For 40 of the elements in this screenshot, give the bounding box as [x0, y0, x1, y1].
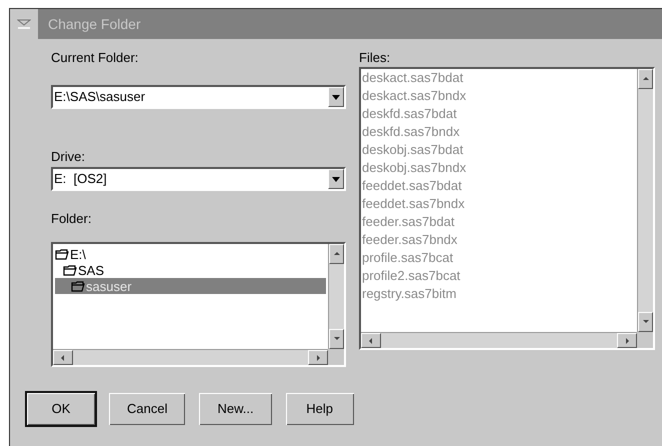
scroll-right-button[interactable]	[308, 350, 328, 365]
dropdown-value: E: [OS2]	[53, 170, 108, 188]
field-label: Files:	[359, 49, 392, 66]
scroll-up-button[interactable]	[638, 69, 653, 89]
right-arrow-icon	[314, 354, 322, 362]
tree-item[interactable]: SAS	[55, 262, 326, 278]
window-menu-icon[interactable]	[17, 19, 31, 29]
down-arrow-icon	[332, 335, 340, 343]
folder-icon	[71, 280, 85, 292]
dropdown-button[interactable]	[328, 87, 344, 107]
window-title: Change Folder	[48, 14, 141, 34]
dropdown-field[interactable]: E:\SAS\sasuser	[51, 85, 346, 109]
scroll-down-button[interactable]	[638, 312, 653, 332]
field-label: Current Folder:	[51, 49, 140, 67]
field-label: Drive:	[51, 148, 86, 165]
up-arrow-icon	[642, 75, 650, 83]
dropdown-button[interactable]	[328, 169, 344, 189]
dialog-button[interactable]: New...	[197, 391, 274, 427]
left-arrow-icon	[367, 336, 375, 344]
dialog-button[interactable]: Cancel	[107, 391, 188, 427]
left-arrow-icon	[59, 354, 67, 362]
up-arrow-icon	[332, 250, 340, 258]
scroll-up-button[interactable]	[329, 244, 344, 264]
caret-icon	[332, 94, 340, 100]
scroll-down-button[interactable]	[329, 329, 344, 349]
scroll-left-button[interactable]	[53, 350, 73, 365]
down-arrow-icon	[642, 318, 650, 326]
scroll-left-button[interactable]	[361, 333, 381, 348]
folder-icon	[55, 248, 69, 260]
dialog-button[interactable]: OK	[25, 391, 97, 427]
folder-icon	[63, 264, 77, 276]
caret-icon	[332, 176, 340, 182]
dialog-button[interactable]: Help	[284, 391, 356, 427]
tree-item[interactable]: E:\	[55, 246, 326, 262]
field-label: Folder:	[51, 210, 92, 227]
right-arrow-icon	[623, 336, 631, 344]
tree-item[interactable]: sasuser	[55, 278, 326, 294]
dropdown-value: E:\SAS\sasuser	[53, 88, 146, 106]
scroll-right-button[interactable]	[617, 333, 637, 348]
dropdown-field[interactable]: E: [OS2]	[51, 167, 346, 191]
